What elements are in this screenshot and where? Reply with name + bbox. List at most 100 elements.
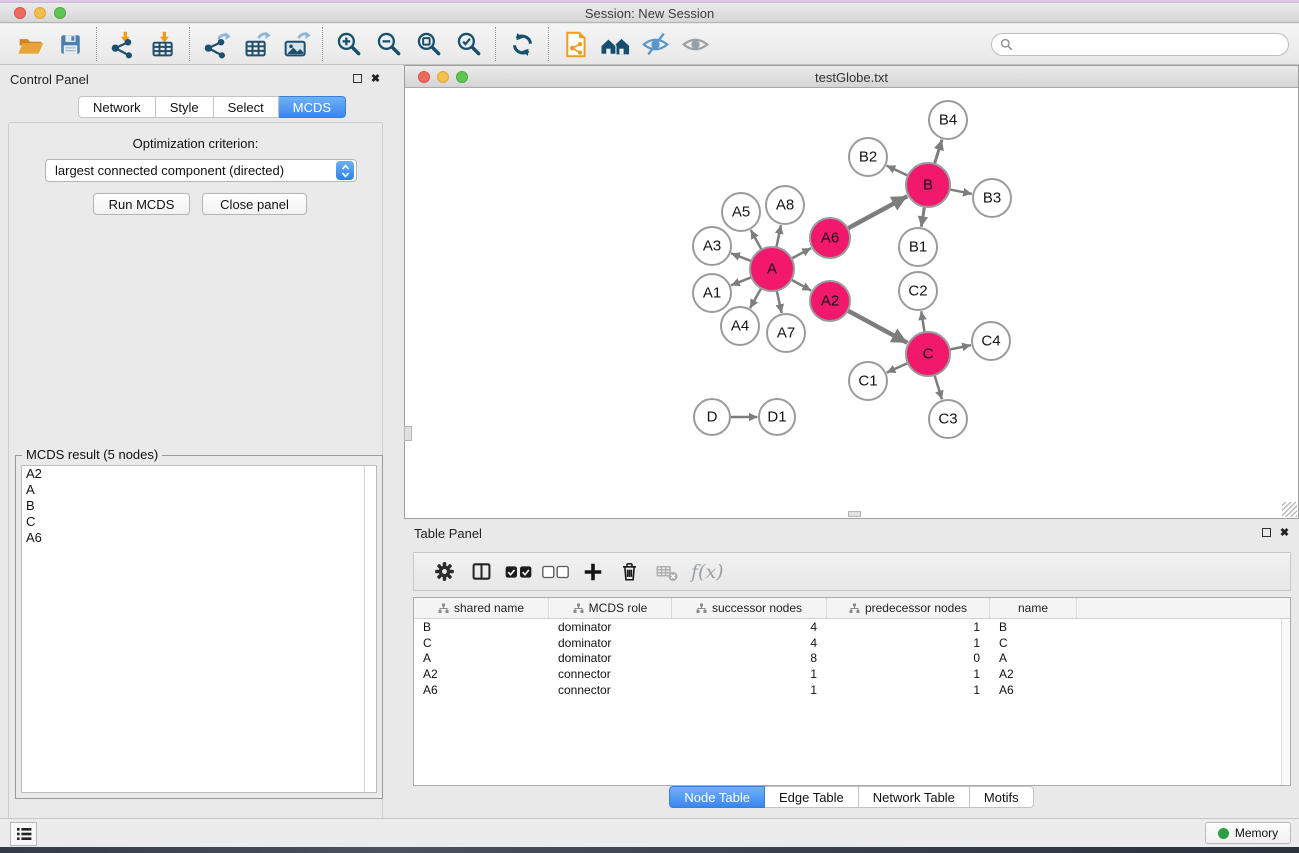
- save-session-button[interactable]: [50, 27, 90, 61]
- close-table-panel-icon[interactable]: ✖: [1278, 527, 1291, 540]
- tab-mcds[interactable]: MCDS: [279, 96, 346, 118]
- graph-edge-C-C1[interactable]: [887, 363, 909, 373]
- graph-node-C4[interactable]: C4: [972, 322, 1010, 360]
- graph-node-A8[interactable]: A8: [766, 186, 804, 224]
- graph-edge-C-C3[interactable]: [934, 374, 942, 399]
- zoom-in-button[interactable]: [329, 27, 369, 61]
- graph-node-B[interactable]: B: [906, 163, 950, 207]
- bottom-splitter-handle[interactable]: [848, 511, 861, 517]
- graph-edge-A-A1[interactable]: [731, 277, 752, 286]
- graph-node-A5[interactable]: A5: [722, 193, 760, 231]
- table-cell[interactable]: 1: [827, 667, 990, 681]
- export-table-button[interactable]: [236, 27, 276, 61]
- mcds-result-item[interactable]: B: [22, 498, 376, 514]
- tab-style[interactable]: Style: [156, 96, 214, 118]
- table-cell[interactable]: 1: [827, 620, 990, 634]
- tab-motifs[interactable]: Motifs: [970, 786, 1034, 808]
- show-all-button[interactable]: [675, 27, 715, 61]
- tab-select[interactable]: Select: [214, 96, 279, 118]
- close-panel-icon[interactable]: ✖: [369, 73, 382, 86]
- table-row[interactable]: A6connector11A6: [414, 682, 1290, 698]
- list-scrollbar[interactable]: [364, 466, 376, 792]
- graph-edge-C-C4[interactable]: [949, 345, 971, 350]
- table-cell[interactable]: connector: [549, 683, 672, 697]
- graph-node-A1[interactable]: A1: [693, 274, 731, 312]
- memory-button[interactable]: Memory: [1205, 822, 1291, 844]
- graph-node-A4[interactable]: A4: [721, 307, 759, 345]
- table-cell[interactable]: dominator: [549, 651, 672, 665]
- network-window-titlebar[interactable]: testGlobe.txt: [405, 66, 1298, 88]
- mcds-result-item[interactable]: A6: [22, 530, 376, 546]
- run-mcds-button[interactable]: Run MCDS: [93, 193, 190, 215]
- zoom-out-button[interactable]: [369, 27, 409, 61]
- search-field[interactable]: [991, 33, 1289, 56]
- unselect-all-columns-button[interactable]: [537, 556, 574, 588]
- float-panel-icon[interactable]: [351, 73, 364, 86]
- column-header[interactable]: shared name: [414, 598, 549, 618]
- graph-node-A7[interactable]: A7: [767, 314, 805, 352]
- graph-node-C2[interactable]: C2: [899, 272, 937, 310]
- graph-edge-A-A6[interactable]: [791, 248, 812, 259]
- table-row[interactable]: Cdominator41C: [414, 635, 1290, 651]
- table-cell[interactable]: B: [990, 620, 1077, 634]
- table-row[interactable]: A2connector11A2: [414, 666, 1290, 682]
- graph-node-C3[interactable]: C3: [929, 400, 967, 438]
- first-neighbors-button[interactable]: [595, 27, 635, 61]
- table-cell[interactable]: A2: [414, 667, 549, 681]
- graph-node-B2[interactable]: B2: [849, 138, 887, 176]
- table-options-button[interactable]: [426, 556, 463, 588]
- table-row[interactable]: Bdominator41B: [414, 619, 1290, 635]
- table-cell[interactable]: C: [414, 636, 549, 650]
- table-cell[interactable]: C: [990, 636, 1077, 650]
- table-cell[interactable]: 8: [672, 651, 827, 665]
- graph-node-C[interactable]: C: [906, 332, 950, 376]
- table-cell[interactable]: A6: [990, 683, 1077, 697]
- graph-node-A3[interactable]: A3: [693, 227, 731, 265]
- column-header[interactable]: name: [990, 598, 1077, 618]
- create-new-column-button[interactable]: [574, 556, 611, 588]
- delete-columns-button[interactable]: [611, 556, 648, 588]
- mcds-result-list[interactable]: A2ABCA6: [21, 465, 377, 793]
- close-panel-button[interactable]: Close panel: [202, 193, 307, 215]
- hide-selected-button[interactable]: [635, 27, 675, 61]
- graph-edge-A-A2[interactable]: [790, 279, 811, 290]
- graph-edge-C-C2[interactable]: [921, 311, 924, 333]
- graph-node-D1[interactable]: D1: [759, 399, 795, 435]
- mcds-result-item[interactable]: A2: [22, 466, 376, 482]
- mcds-result-item[interactable]: A: [22, 482, 376, 498]
- table-cell[interactable]: dominator: [549, 636, 672, 650]
- tab-network-table[interactable]: Network Table: [859, 786, 970, 808]
- dropdown-stepper-icon[interactable]: [336, 161, 354, 180]
- graph-edge-A-A8[interactable]: [776, 225, 781, 248]
- import-network-from-file-button[interactable]: [103, 27, 143, 61]
- search-input[interactable]: [1018, 38, 1288, 52]
- table-cell[interactable]: B: [414, 620, 549, 634]
- graph-edge-B-B1[interactable]: [921, 206, 924, 227]
- open-session-button[interactable]: [10, 27, 50, 61]
- graph-edge-A-A5[interactable]: [751, 230, 762, 251]
- export-network-button[interactable]: [196, 27, 236, 61]
- table-cell[interactable]: 1: [827, 683, 990, 697]
- graph-node-D[interactable]: D: [694, 399, 730, 435]
- table-cell[interactable]: A2: [990, 667, 1077, 681]
- graph-edge-A2-C[interactable]: [847, 310, 908, 343]
- mcds-result-item[interactable]: C: [22, 514, 376, 530]
- table-cell[interactable]: 4: [672, 620, 827, 634]
- export-image-button[interactable]: [276, 27, 316, 61]
- graph-node-A2[interactable]: A2: [810, 281, 850, 321]
- network-graph[interactable]: AA1A3A4A5A7A8A6A2BB1B2B3B4CC1C2C3C4DD1: [405, 88, 1298, 518]
- network-canvas[interactable]: AA1A3A4A5A7A8A6A2BB1B2B3B4CC1C2C3C4DD1: [405, 88, 1298, 518]
- graph-node-B1[interactable]: B1: [899, 228, 937, 266]
- table-cell[interactable]: 0: [827, 651, 990, 665]
- graph-edge-B-B2[interactable]: [887, 166, 909, 176]
- float-table-panel-icon[interactable]: [1260, 527, 1273, 540]
- graph-edge-B-B4[interactable]: [934, 140, 942, 165]
- table-row[interactable]: Adominator80A: [414, 651, 1290, 667]
- graph-edge-A6-B[interactable]: [847, 196, 908, 229]
- table-cell[interactable]: 1: [827, 636, 990, 650]
- column-header[interactable]: successor nodes: [672, 598, 827, 618]
- left-splitter-handle[interactable]: [404, 426, 412, 441]
- tab-network[interactable]: Network: [78, 96, 156, 118]
- zoom-selected-button[interactable]: [449, 27, 489, 61]
- tab-edge-table[interactable]: Edge Table: [765, 786, 859, 808]
